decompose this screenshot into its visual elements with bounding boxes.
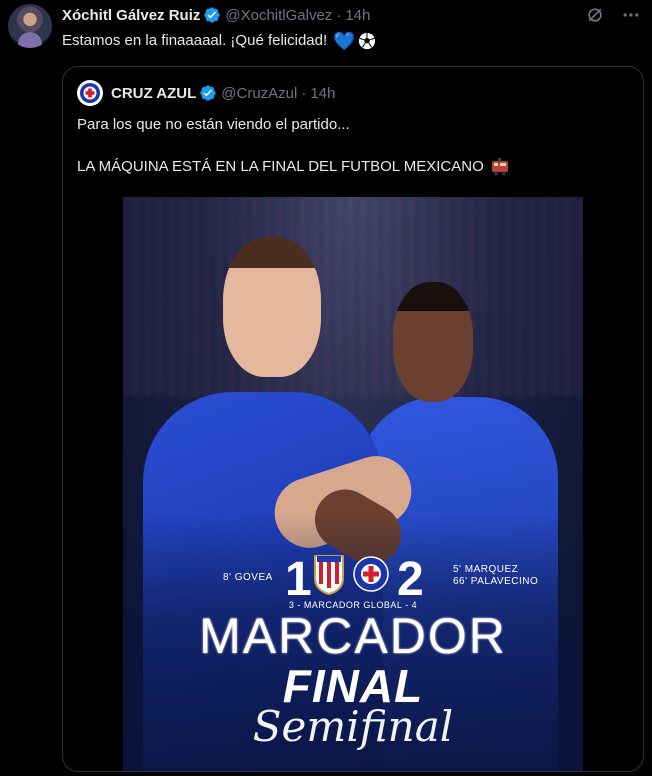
author-name[interactable]: Xóchitl Gálvez Ruiz [62,7,200,24]
more-icon[interactable] [620,4,642,26]
match-result-image[interactable]: 8' GOVEA 1 2 5' MARQUEZ 66' PALAVECINO 3… [123,197,583,771]
scoreboard: 8' GOVEA 1 2 5' MARQUEZ 66' PALAVECINO 3… [123,552,583,612]
quote-header: CRUZ AZUL @CruzAzul · 14h [77,80,335,106]
quote-text-line-2-text: LA MÁQUINA ESTÁ EN LA FINAL DEL FUTBOL M… [77,158,484,175]
verified-badge-icon [204,7,221,23]
away-score: 2 [397,553,424,606]
cruz-azul-logo-icon[interactable] [77,80,103,106]
home-scorers: 8' GOVEA [223,572,273,583]
player-right-head [393,282,473,402]
soccer-ball-icon [358,32,375,50]
quote-author-name[interactable]: CRUZ AZUL [111,85,196,102]
tweet[interactable]: Xóchitl Gálvez Ruiz @XochitlGalvez · 14h… [0,0,652,776]
quote-author-handle[interactable]: @CruzAzul [221,85,297,102]
player-left-head [223,237,321,377]
stadium-crowd-background [123,197,583,397]
home-score: 1 [285,553,312,606]
tweet-body: Estamos en la finaaaaal. ¡Qué felicidad! [62,32,328,49]
tweet-text: Estamos en la finaaaaal. ¡Qué felicidad!… [62,30,376,52]
separator-dot: · [336,6,342,24]
quote-text-line-1: Para los que no están viendo el partido.… [77,116,350,133]
author-handle[interactable]: @XochitlGalvez [225,7,332,24]
away-scorer-1: 5' MARQUEZ [453,564,519,575]
chivas-crest-icon [314,555,344,596]
tweet-actions [584,4,642,26]
verified-badge-icon [200,85,216,101]
cruz-azul-crest-icon [353,556,389,592]
away-scorers: 5' MARQUEZ 66' PALAVECINO [453,564,538,588]
tweet-header: Xóchitl Gálvez Ruiz @XochitlGalvez · 14h [62,4,370,26]
separator-dot: · [301,84,307,102]
timestamp[interactable]: 14h [345,7,370,24]
avatar[interactable] [8,4,52,48]
quote-text-line-2: LA MÁQUINA ESTÁ EN LA FINAL DEL FUTBOL M… [77,157,510,177]
image-stage: Semifinal [252,702,454,751]
train-icon [491,158,508,176]
away-scorer-2: 66' PALAVECINO [453,576,539,587]
blue-heart-icon: 💙 [333,31,356,51]
quote-timestamp[interactable]: 14h [310,85,335,102]
image-title: MARCADOR [199,608,507,664]
grok-icon[interactable] [584,4,606,26]
quoted-tweet[interactable]: CRUZ AZUL @CruzAzul · 14h Para los que n… [62,66,644,772]
